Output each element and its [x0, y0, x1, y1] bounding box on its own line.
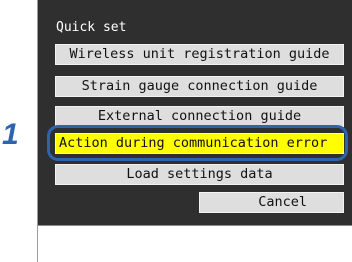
wireless-unit-registration-guide-button[interactable]: Wireless unit registration guide	[55, 44, 344, 65]
step-number-label: 1	[2, 118, 19, 151]
external-connection-guide-button[interactable]: External connection guide	[55, 106, 344, 127]
load-settings-data-button[interactable]: Load settings data	[55, 164, 344, 185]
action-during-communication-error-button[interactable]: Action during communication error	[55, 133, 344, 154]
strain-gauge-connection-guide-button[interactable]: Strain gauge connection guide	[55, 76, 344, 97]
cancel-button[interactable]: Cancel	[199, 192, 344, 213]
screen-title: Quick set	[56, 20, 127, 35]
